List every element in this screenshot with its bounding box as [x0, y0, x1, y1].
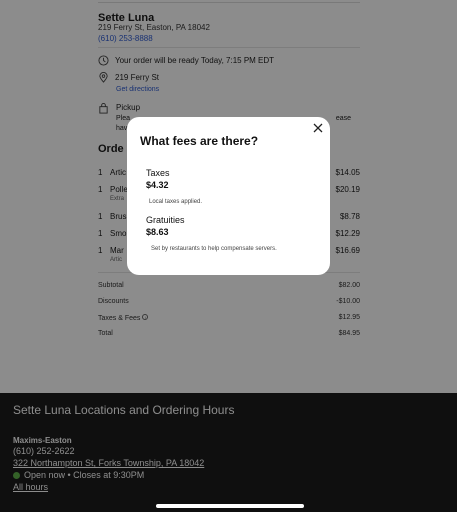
taxes-amount: $4.32 — [146, 180, 169, 190]
taxes-note: Local taxes applied. — [149, 199, 203, 205]
taxes-label: Taxes — [146, 168, 170, 178]
close-icon[interactable] — [312, 122, 324, 134]
gratuities-label: Gratuities — [146, 215, 185, 225]
dialog-title: What fees are there? — [140, 134, 259, 148]
fees-dialog: What fees are there? Taxes $4.32 Local t… — [127, 117, 330, 275]
gratuities-note: Set by restaurants to help compensate se… — [151, 246, 277, 252]
gratuities-amount: $8.63 — [146, 227, 169, 237]
home-indicator[interactable] — [156, 504, 304, 508]
